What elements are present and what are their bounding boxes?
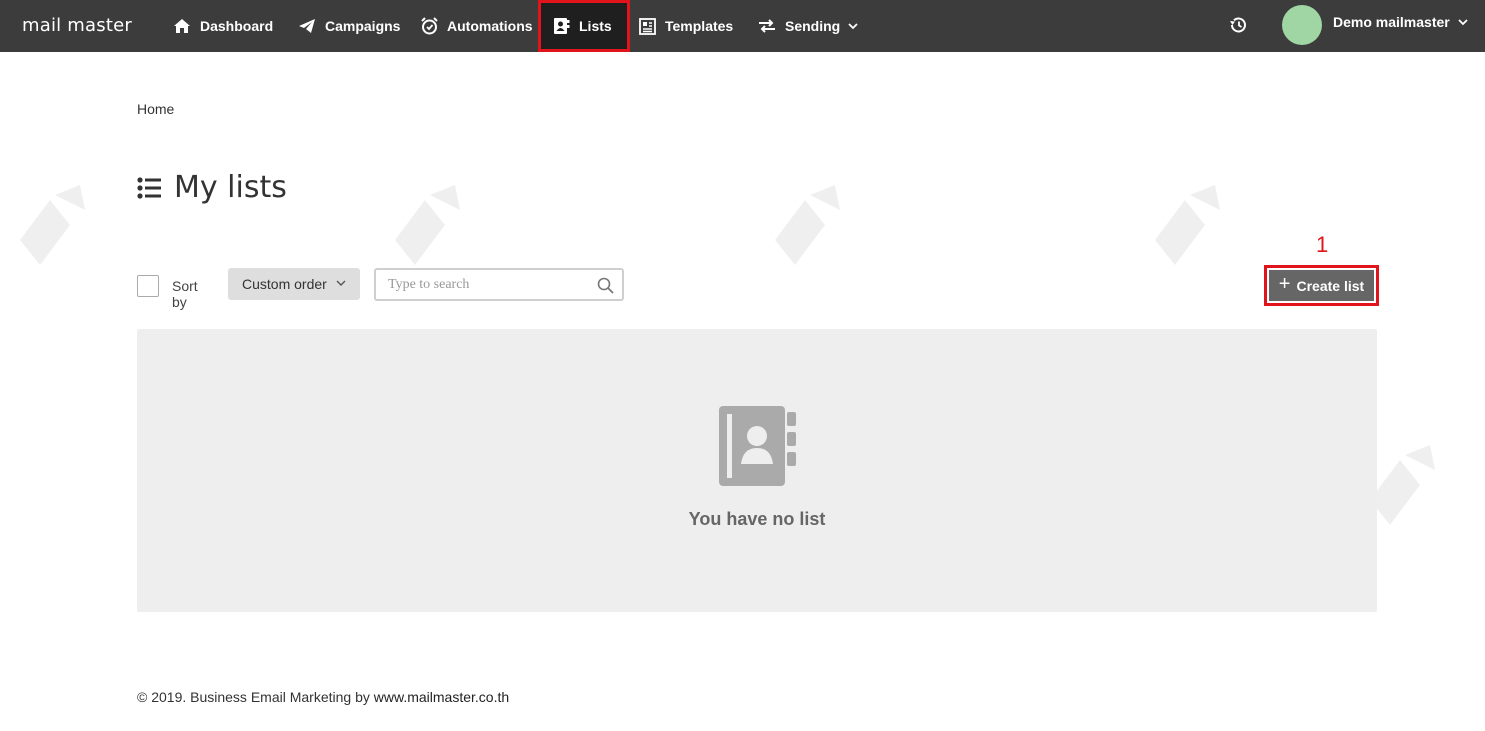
search-box: [374, 268, 624, 301]
footer-link[interactable]: www.mailmaster.co.th: [374, 689, 509, 705]
app-logo[interactable]: mail master: [22, 15, 132, 36]
nav-label: Sending: [785, 18, 841, 34]
empty-state-panel: You have no list: [137, 329, 1377, 612]
sort-value: Custom order: [242, 276, 327, 292]
nav-label: Lists: [579, 18, 612, 34]
sort-dropdown[interactable]: Custom order: [228, 268, 360, 300]
search-icon[interactable]: [597, 277, 614, 294]
chevron-down-icon: [1458, 18, 1468, 25]
nav-automations[interactable]: Automations: [421, 0, 533, 52]
chevron-down-icon: [848, 22, 858, 29]
page-header: My lists: [137, 170, 287, 205]
create-list-label: Create list: [1296, 277, 1365, 294]
nav-lists[interactable]: Lists: [538, 0, 630, 52]
nav-label: Templates: [665, 18, 734, 34]
chevron-down-icon: [336, 280, 346, 286]
step-marker: 1: [1316, 232, 1329, 257]
footer-text: © 2019. Business Email Marketing by: [137, 689, 374, 705]
breadcrumb[interactable]: Home: [137, 101, 174, 117]
list-icon: [137, 176, 161, 199]
user-menu[interactable]: Demo mailmaster: [1333, 14, 1468, 30]
paper-plane-icon: [299, 19, 315, 33]
search-input[interactable]: [376, 270, 586, 299]
top-navbar: mail master Dashboard Campaigns Automati…: [0, 0, 1485, 52]
address-book-icon: [719, 406, 796, 486]
user-name: Demo mailmaster: [1333, 14, 1450, 30]
watermark-logo: [395, 185, 460, 265]
empty-state-message: You have no list: [688, 509, 826, 529]
watermark-logo: [20, 185, 85, 265]
nav-label: Campaigns: [325, 18, 401, 34]
alarm-clock-icon: [421, 17, 438, 35]
nav-label: Automations: [447, 18, 533, 34]
template-icon: [639, 17, 656, 35]
create-list-button-inner[interactable]: + Create list: [1269, 270, 1374, 301]
watermark-logo: [775, 185, 840, 265]
exchange-icon: [759, 19, 775, 33]
nav-label: Dashboard: [200, 18, 274, 34]
home-icon: [174, 19, 190, 33]
plus-icon: +: [1278, 273, 1291, 295]
create-list-button[interactable]: + Create list: [1264, 265, 1379, 306]
nav-campaigns[interactable]: Campaigns: [298, 0, 400, 52]
select-all-checkbox[interactable]: [137, 275, 159, 297]
page-title: My lists: [174, 170, 287, 205]
nav-dashboard[interactable]: Dashboard: [173, 0, 273, 52]
nav-sending[interactable]: Sending: [758, 0, 867, 52]
address-book-icon: [554, 18, 570, 34]
breadcrumb-home[interactable]: Home: [137, 101, 174, 117]
avatar[interactable]: [1282, 5, 1322, 45]
footer: © 2019. Business Email Marketing by www.…: [137, 689, 509, 705]
watermark-logo: [1155, 185, 1220, 265]
history-icon[interactable]: [1227, 14, 1249, 36]
sort-label: Sort by: [172, 278, 198, 310]
nav-templates[interactable]: Templates: [639, 0, 733, 52]
